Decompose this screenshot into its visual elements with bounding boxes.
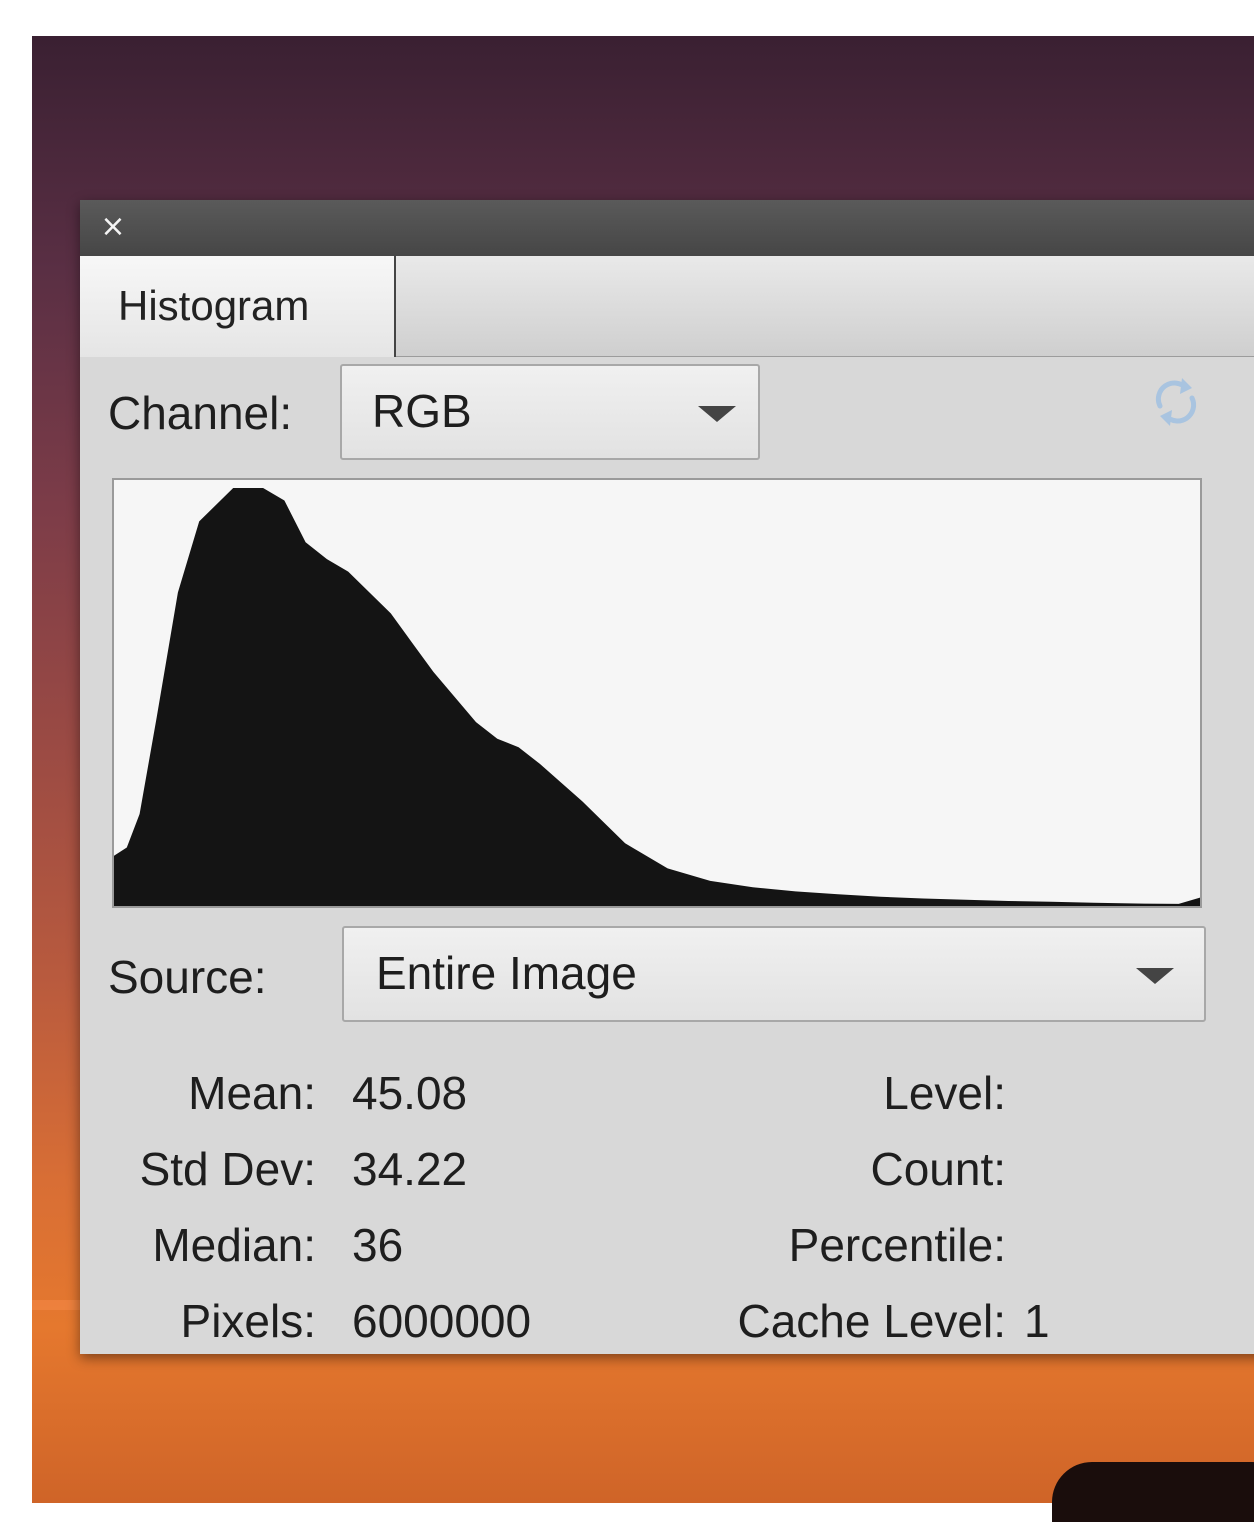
histogram-chart <box>112 478 1202 908</box>
median-value: 36 <box>352 1219 404 1271</box>
panel-titlebar: × <box>80 200 1254 256</box>
count-label: Count: <box>870 1143 1006 1195</box>
tab-bar: Histogram <box>80 256 1254 357</box>
cache-level-value: 1 <box>1024 1295 1050 1347</box>
channel-label: Channel: <box>108 387 293 439</box>
median-label: Median: <box>152 1219 316 1271</box>
refresh-icon[interactable] <box>1146 372 1206 432</box>
background-rock <box>1052 1462 1254 1522</box>
percentile-label: Percentile: <box>788 1219 1006 1271</box>
pixels-value: 6000000 <box>352 1295 532 1347</box>
channel-select[interactable]: RGB <box>340 364 760 460</box>
histogram-area <box>114 488 1200 906</box>
tab-histogram[interactable]: Histogram <box>80 256 396 357</box>
cache-level-label: Cache Level: <box>737 1295 1007 1347</box>
close-icon[interactable]: × <box>98 212 128 242</box>
histogram-panel: × Histogram Channel: RGB Source: Entire … <box>80 200 1254 1354</box>
std-dev-value: 34.22 <box>352 1143 468 1195</box>
std-dev-label: Std Dev: <box>139 1143 316 1195</box>
tab-histogram-label: Histogram <box>118 282 310 329</box>
channel-select-value: RGB <box>372 385 472 437</box>
chevron-down-icon <box>698 406 736 422</box>
chevron-down-icon <box>1136 968 1174 984</box>
source-select[interactable]: Entire Image <box>342 926 1206 1022</box>
source-select-value: Entire Image <box>376 947 637 999</box>
pixels-label: Pixels: <box>180 1295 316 1347</box>
mean-label: Mean: <box>188 1067 316 1119</box>
histogram-plot <box>114 488 1200 906</box>
level-label: Level: <box>883 1067 1006 1119</box>
source-label: Source: <box>108 951 267 1003</box>
mean-value: 45.08 <box>352 1067 468 1119</box>
